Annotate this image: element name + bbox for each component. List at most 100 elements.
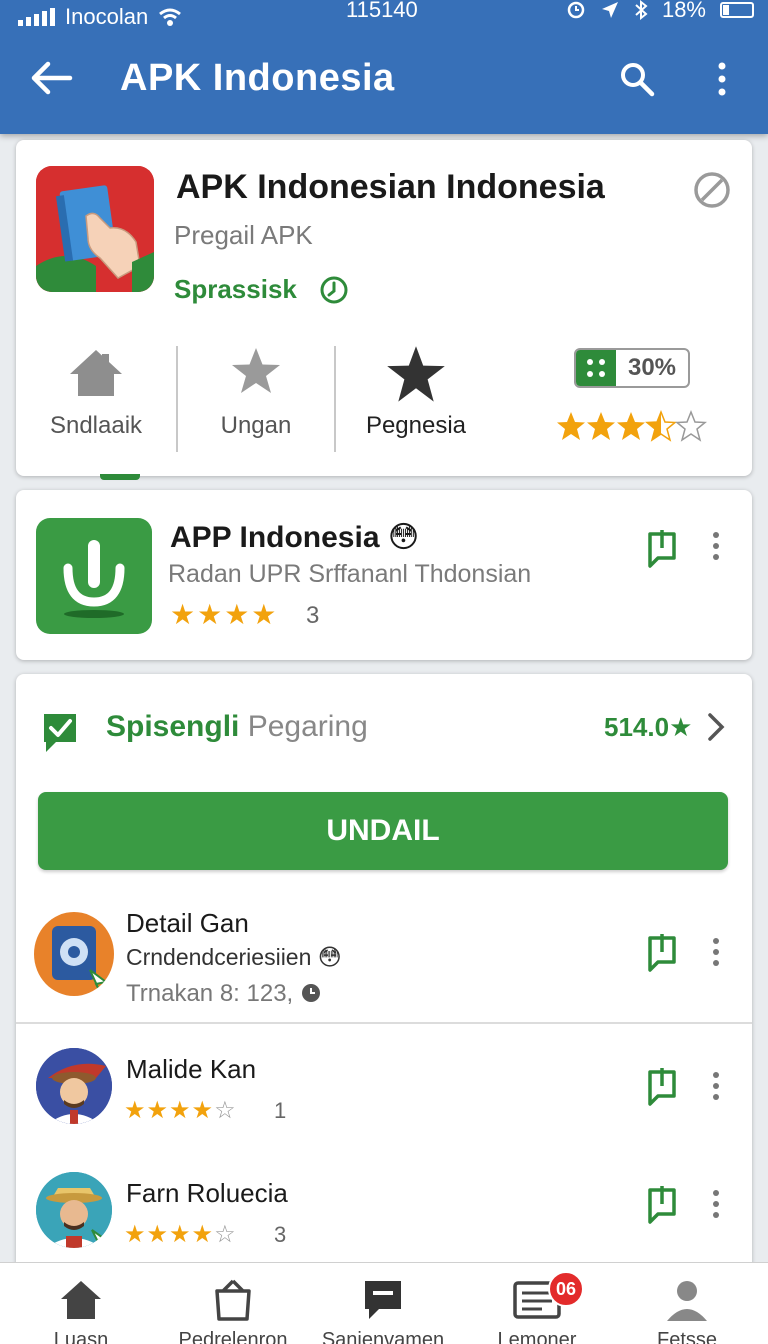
- nav-item-home[interactable]: Luasn: [6, 1263, 156, 1344]
- wifi-icon: [159, 8, 182, 26]
- app-subtitle: Radan UPR Srffananl Thdonsian: [168, 560, 532, 588]
- tab-label: Pegnesia: [365, 412, 467, 439]
- featured-app-card[interactable]: APK Indonesian Indonesia Pregail APK Spr…: [16, 140, 752, 480]
- clock-icon: [301, 984, 320, 1002]
- person-hat-icon: [36, 1048, 112, 1124]
- status-bar: Inocolan 115140 18%: [0, 0, 768, 34]
- emoji: 😳: [387, 521, 420, 554]
- signal-icon: [18, 8, 55, 26]
- back-button[interactable]: [22, 48, 82, 108]
- tab-divider: [176, 346, 178, 452]
- microphone-icon: [63, 540, 125, 618]
- install-button[interactable]: UNDAIL: [38, 792, 728, 870]
- item-name: Detail Gan: [126, 908, 249, 938]
- tab-label: Ungan: [220, 412, 292, 439]
- search-icon: [621, 63, 655, 97]
- nav-item-inbox[interactable]: 06 Lemoner: [462, 1263, 612, 1344]
- nav-item-profile[interactable]: Fetsse: [612, 1263, 762, 1344]
- alarm-icon: [567, 1, 585, 19]
- nav-item-chat[interactable]: Sanienvamen: [308, 1263, 458, 1344]
- list-item[interactable]: Farn Roluecia ★★★★☆ 3: [16, 1164, 752, 1274]
- emoji: 😳: [317, 944, 342, 970]
- featured-app-title: APK Indonesian Indonesia: [176, 168, 605, 206]
- item-rating-stars: ★★★★☆: [124, 1097, 237, 1124]
- more-vertical-icon[interactable]: [706, 932, 726, 972]
- percent-value: 30%: [627, 354, 677, 381]
- tab-pegnesia[interactable]: Pegnesia: [356, 340, 476, 456]
- item-rating-count: 1: [274, 1098, 287, 1123]
- app-rating-count: 3: [306, 602, 320, 629]
- location-icon: [601, 2, 618, 18]
- battery-percent: 18%: [661, 0, 706, 22]
- more-vertical-icon: [718, 62, 726, 96]
- book-hand-icon: [36, 166, 154, 292]
- notification-badge: 06: [548, 1271, 584, 1307]
- safe-icon: [52, 926, 109, 993]
- app-icon: [36, 166, 154, 292]
- star-icon: [387, 346, 445, 402]
- app-list-card[interactable]: APP Indonesia 😳 Radan UPR Srffananl Thdo…: [16, 490, 752, 660]
- bookmark-icon[interactable]: [644, 528, 680, 568]
- page-title: APK Indonesia: [120, 56, 395, 99]
- person-hat-icon: [36, 1172, 112, 1248]
- bluetooth-icon: [635, 0, 648, 20]
- bottom-navigation: Luasn Pedrelenron Sanienvamen 06 Lemoner…: [0, 1262, 768, 1344]
- avatar: [36, 1172, 112, 1248]
- featured-rating-stars: [556, 409, 716, 452]
- bookmark-icon[interactable]: [644, 932, 680, 972]
- chat-icon: [365, 1281, 401, 1319]
- recommended-card: Spisengli Pegaring 514.0★ UNDAIL Detail …: [16, 674, 752, 1274]
- grid-icon: [576, 350, 616, 386]
- list-item[interactable]: Detail Gan Crndendceriesiien 😳 Trnakan 8…: [16, 896, 752, 1026]
- avatar: [34, 912, 114, 996]
- item-name: Farn Roluecia: [126, 1178, 288, 1208]
- more-vertical-icon[interactable]: [706, 1184, 726, 1224]
- tab-sndlaaik[interactable]: Sndlaaik: [34, 340, 158, 456]
- bookmark-icon[interactable]: [644, 1066, 680, 1106]
- item-meta: Trnakan 8: 123,: [126, 980, 322, 1008]
- arrow-left-icon: [31, 61, 73, 95]
- item-description: Crndendceriesiien 😳: [126, 944, 342, 970]
- tab-divider: [334, 346, 336, 452]
- bag-icon: [215, 1279, 251, 1321]
- featured-app-status: Sprassisk: [174, 274, 297, 304]
- carrier-name: Inocolan: [65, 4, 149, 29]
- nav-label: Fetsse: [656, 1329, 718, 1344]
- item-name: Malide Kan: [126, 1054, 257, 1084]
- active-indicator: [100, 474, 140, 480]
- app-bar: APK Indonesia: [0, 40, 768, 116]
- more-vertical-icon[interactable]: [706, 526, 726, 566]
- home-icon: [70, 350, 122, 396]
- more-options-button[interactable]: [700, 54, 744, 104]
- top-app-bar: Inocolan 115140 18% APK Indonesia: [0, 0, 768, 134]
- featured-app-subtitle: Pregail APK: [174, 220, 313, 250]
- clock-icon: [320, 276, 348, 304]
- list-item[interactable]: Malide Kan ★★★★☆ 1: [16, 1040, 752, 1170]
- divider: [16, 1022, 752, 1024]
- block-icon[interactable]: [692, 170, 732, 210]
- status-time: 115140: [346, 0, 418, 22]
- nav-label: Sanienvamen: [321, 1329, 445, 1344]
- tab-ungan[interactable]: Ungan: [196, 340, 316, 456]
- chevron-right-icon[interactable]: [704, 712, 728, 742]
- avatar: [36, 1048, 112, 1124]
- check-message-icon: [44, 714, 76, 752]
- tab-label: Sndlaaik: [49, 412, 143, 439]
- section-title: Spisengli Pegaring: [106, 710, 368, 743]
- bookmark-icon[interactable]: [644, 1184, 680, 1224]
- nav-label: Lemoner: [497, 1329, 577, 1344]
- nav-item-bag[interactable]: Pedrelenron: [158, 1263, 308, 1344]
- home-icon: [61, 1281, 101, 1319]
- search-button[interactable]: [612, 54, 662, 104]
- item-rating-stars: ★★★★☆: [124, 1221, 237, 1248]
- app-title: APP Indonesia 😳: [170, 521, 420, 554]
- section-rating: 514.0★: [604, 712, 693, 742]
- profile-icon: [667, 1281, 707, 1321]
- battery-icon: [720, 2, 754, 18]
- item-rating-count: 3: [274, 1222, 287, 1247]
- more-vertical-icon[interactable]: [706, 1066, 726, 1106]
- app-rating-stars: ★★★★: [170, 599, 279, 630]
- star-icon: [232, 348, 280, 393]
- nav-label: Pedrelenron: [178, 1329, 288, 1344]
- app-icon: [36, 518, 152, 634]
